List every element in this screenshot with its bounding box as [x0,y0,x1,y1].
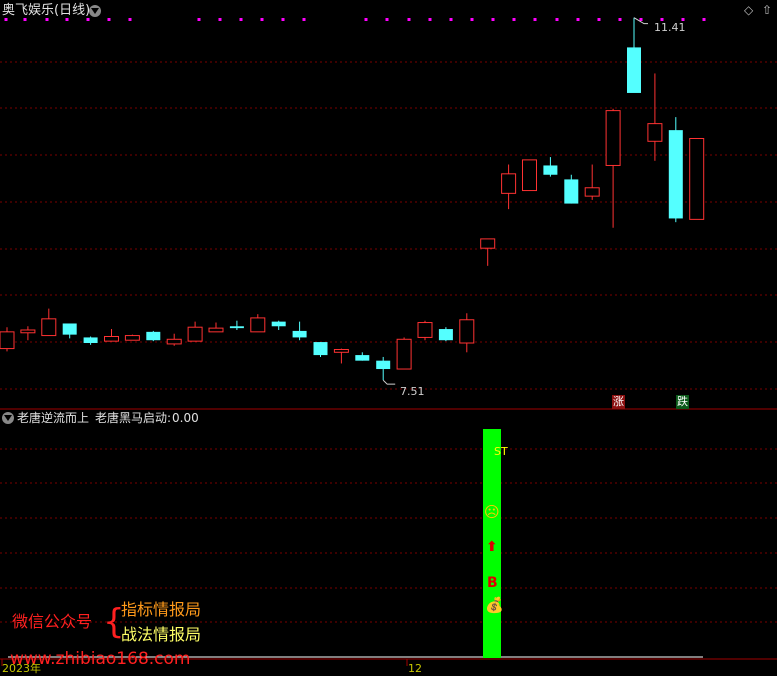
indicator-name: 老唐逆流而上 [17,411,90,425]
candle-body [376,360,391,370]
candle-body [459,319,475,344]
signal-dot [618,18,622,21]
candle-body [605,110,621,166]
candle-body [83,337,98,344]
high-price-label: 11.41 [654,21,686,34]
candle-body [396,338,412,370]
candle-body [480,238,496,249]
candle-body [20,329,36,334]
signal-dot [449,18,453,21]
upper-grid [0,61,777,410]
candle-body [313,342,328,356]
signal-dot [555,18,559,21]
indicator-dropdown-button[interactable] [2,412,14,424]
money-bag-icon: 💰 [485,596,504,614]
signal-dot [86,18,90,21]
candle-body [250,317,266,333]
diamond-icon[interactable]: ◇ [744,3,753,17]
candle-body [0,331,15,350]
indicator-series-value: 0.00 [172,411,199,425]
signal-dot [428,18,432,21]
signal-dot [639,18,643,21]
candle-body [124,335,140,341]
signal-dot [218,18,222,21]
watermark-line-2: 战法情报局 [121,625,202,644]
candle-body [627,47,641,93]
signal-dot [4,18,8,21]
chevron-down-icon [91,8,99,14]
signal-dot [239,18,243,21]
candle-body [417,322,433,338]
watermark-line-1: 指标情报局 [121,600,202,619]
candle-body [501,173,517,194]
signal-dot [197,18,201,21]
price-chart [0,17,777,666]
signal-dot [385,18,389,21]
signal-dot [128,18,132,21]
candle-body [522,159,537,192]
watermark-account-label: 微信公众号 [12,612,93,631]
candle-body [166,338,182,345]
st-signal-label: ST [494,445,508,458]
indicator-series-label: 老唐黑马启动: [95,411,172,425]
signal-dot [407,18,411,21]
signal-dot [533,18,537,21]
signal-dot [597,18,601,21]
chart-title: 奥飞娱乐(日线) [2,3,91,18]
buy-signal-label: B [487,575,498,591]
candle-body [208,327,224,333]
signal-dot [702,18,706,21]
signal-dot [23,18,27,21]
signal-dot [364,18,368,21]
signal-dot [107,18,111,21]
x-axis-month-label: 12 [408,662,422,675]
candle-body [271,321,286,327]
x-axis-year-label: 2023年 [2,662,41,675]
title-dropdown-button[interactable] [89,5,101,17]
candle-body [438,329,453,341]
candle-body [647,123,663,142]
signal-dot [45,18,49,21]
signal-dot [302,18,306,21]
candle-body [229,326,244,329]
rise-marker: 涨 [612,395,625,409]
signal-dot [512,18,516,21]
signal-dots-row [4,18,706,21]
fall-marker: 跌 [676,395,689,409]
candle-body [689,138,705,220]
up-arrow-signal-icon: ⬆ [486,539,498,555]
signal-dot [491,18,495,21]
candle-body [292,330,307,338]
smiley-icon: ☹ [484,503,500,521]
chevron-down-icon [4,415,12,421]
signal-dot [576,18,580,21]
low-pointer [382,379,396,385]
candle-body [62,323,77,335]
candlestick-series [0,17,705,385]
signal-dot [260,18,264,21]
up-arrow-icon[interactable]: ⇧ [762,3,772,17]
candle-body [187,326,203,342]
candle-body [104,335,119,342]
candle-body [41,318,57,337]
signal-dot [281,18,285,21]
signal-dot [65,18,69,21]
candle-body [668,130,683,219]
candle-body [564,179,579,204]
candle-body [584,187,600,197]
candle-body [543,165,558,175]
candle-body [355,355,370,361]
low-price-label: 7.51 [400,385,425,398]
signal-dot [470,18,474,21]
candle-body [146,331,161,341]
candle-body [333,349,349,353]
